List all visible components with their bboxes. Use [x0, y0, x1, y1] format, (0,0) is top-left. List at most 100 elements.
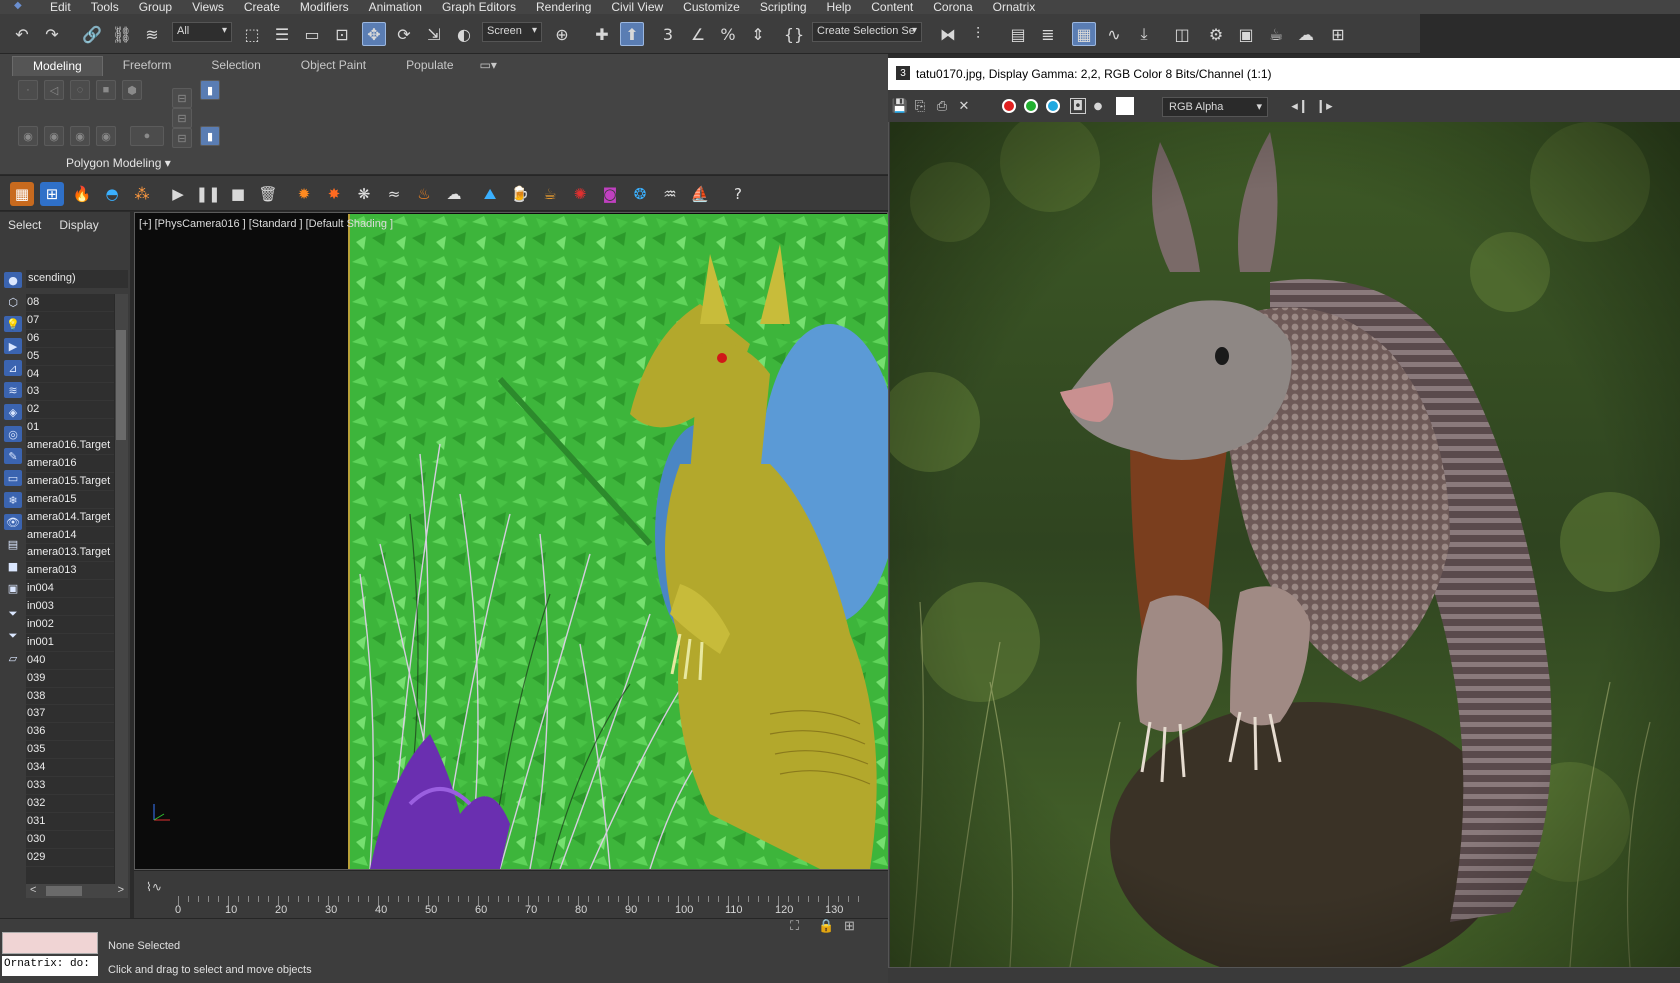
tab-freeform[interactable]: Freeform [103, 56, 192, 76]
smoke-preset-icon[interactable]: ❋ [352, 182, 376, 206]
scene-explorer-icon[interactable]: ▤ [1006, 22, 1030, 46]
ocean-preset-icon[interactable]: ⛰ [478, 182, 502, 206]
scene-list-item[interactable]: 034 [26, 759, 114, 778]
link-icon[interactable]: 🔗 [80, 22, 104, 46]
polygon-icon[interactable]: ■ [96, 80, 116, 100]
next-frame-icon[interactable]: ❙▸ [1314, 98, 1334, 114]
scene-list-item[interactable]: 07 [26, 312, 114, 330]
display-shapes-icon[interactable]: ⬡ [4, 294, 22, 310]
display-all-icon[interactable]: ▤ [4, 536, 22, 552]
scene-list-item[interactable]: 035 [26, 741, 114, 760]
steam-preset-icon[interactable]: ☁ [442, 182, 466, 206]
beer-preset-icon[interactable]: 🍺 [508, 182, 532, 206]
clear-color-swatch[interactable] [1116, 97, 1134, 115]
ribbon-options-icon[interactable]: ▭▾ [474, 56, 503, 76]
menu-group[interactable]: Group [129, 0, 182, 14]
menu-civil-view[interactable]: Civil View [601, 0, 673, 14]
prev-frame-icon[interactable]: ◂❙ [1290, 98, 1310, 114]
stop-icon[interactable]: ■ [226, 182, 250, 206]
hscroll-thumb[interactable] [46, 886, 82, 896]
scene-list-item[interactable]: amera015 [26, 491, 114, 509]
isolate-icon[interactable]: ⛶ [790, 918, 799, 934]
angle-snap-icon[interactable]: ∠ [686, 22, 710, 46]
unlink-icon[interactable]: ⛓ [110, 22, 134, 46]
shrink-icon[interactable]: ◉ [70, 126, 90, 146]
menu-content[interactable]: Content [861, 0, 923, 14]
ring-icon[interactable]: ● [130, 126, 164, 146]
display-spacewarps-icon[interactable]: ≋ [4, 382, 22, 398]
scroll-right-icon[interactable]: > [118, 884, 124, 896]
scene-list-item[interactable]: amera015.Target [26, 473, 114, 491]
clear-image-icon[interactable]: ✕ [956, 98, 972, 114]
percent-snap-icon[interactable]: % [716, 22, 740, 46]
menu-views[interactable]: Views [182, 0, 234, 14]
render-production-icon[interactable]: ☕ [1264, 22, 1288, 46]
tool-palette-icon[interactable]: ⊞ [1326, 22, 1350, 46]
scene-list-item[interactable]: amera013.Target [26, 544, 114, 563]
scene-list-item[interactable]: 03 [26, 383, 114, 402]
menu-rendering[interactable]: Rendering [526, 0, 601, 14]
menu-tools[interactable]: Tools [81, 0, 129, 14]
viewport-render-scene[interactable] [348, 214, 888, 869]
candle-preset-icon[interactable]: ♨ [412, 182, 436, 206]
bottle-preset-icon[interactable]: ◙ [598, 182, 622, 206]
scene-list-item[interactable]: 029 [26, 849, 114, 867]
particles-icon[interactable]: ⁂ [130, 182, 154, 206]
print-image-icon[interactable]: ⎙ [934, 98, 950, 114]
tab-display[interactable]: Display [59, 218, 98, 232]
curve-editor-icon[interactable]: ∿ [1102, 22, 1126, 46]
lock-selection-icon[interactable]: 🔒 [818, 918, 834, 934]
align-icon[interactable]: ⫶ [966, 22, 990, 46]
monochrome-icon[interactable]: ● [1090, 98, 1106, 114]
ignore-backfacing-icon[interactable]: ▮ [200, 80, 220, 100]
scene-list-item[interactable]: in002 [26, 616, 114, 634]
display-geometry-icon[interactable]: ● [4, 272, 22, 288]
bind-spacewarp-icon[interactable]: ≋ [140, 22, 164, 46]
named-selection-set-dropdown[interactable]: Create Selection Se [812, 22, 922, 42]
display-lights-icon[interactable]: 💡 [4, 316, 22, 332]
wave-preset-icon[interactable]: ♒ [658, 182, 682, 206]
filter-icon[interactable]: ⏷ [4, 606, 22, 622]
edit-icon[interactable]: ⊟ [172, 88, 192, 108]
display-xrefs-icon[interactable]: ◎ [4, 426, 22, 442]
layer-explorer-icon[interactable]: ≣ [1036, 22, 1060, 46]
mirror-icon[interactable]: ⧓ [936, 22, 960, 46]
blue-channel-icon[interactable] [1046, 99, 1060, 113]
menu-edit[interactable]: Edit [40, 0, 81, 14]
red-channel-icon[interactable] [1002, 99, 1016, 113]
fire-source-icon[interactable]: 🔥 [70, 182, 94, 206]
selection-filter-dropdown[interactable]: All [172, 22, 232, 42]
select-object-icon[interactable]: ⬚ [240, 22, 264, 46]
pause-icon[interactable]: ❚❚ [195, 182, 220, 206]
scene-list-item[interactable]: 037 [26, 705, 114, 724]
grid-helper-icon[interactable]: ⊞ [40, 182, 64, 206]
explosion-preset-icon[interactable]: ✸ [322, 182, 346, 206]
scene-list-item[interactable]: 04 [26, 366, 114, 384]
display-bones-icon[interactable]: ✎ [4, 448, 22, 464]
element-icon[interactable]: ⬢ [122, 80, 142, 100]
scene-list-item[interactable]: 038 [26, 688, 114, 706]
scene-list-item[interactable]: 031 [26, 813, 114, 831]
scene-list-item[interactable]: amera014 [26, 527, 114, 545]
menu-corona[interactable]: Corona [923, 0, 982, 14]
scene-list-hscrollbar[interactable]: < > [26, 884, 128, 898]
absolute-mode-icon[interactable]: ⊞ [844, 918, 855, 934]
boat-preset-icon[interactable]: ⛵ [688, 182, 712, 206]
vertex-icon[interactable]: · [18, 80, 38, 100]
rect-selection-icon[interactable]: ▭ [300, 22, 324, 46]
menu-customize[interactable]: Customize [673, 0, 750, 14]
ornatrix-script-field[interactable]: Ornatrix: do: [2, 956, 98, 976]
splash-preset-icon[interactable]: ✺ [568, 182, 592, 206]
viewport-label[interactable]: [+] [PhysCamera016 ] [Standard ] [Defaul… [139, 218, 393, 230]
maxscript-listener-box[interactable] [2, 932, 98, 954]
preserve-uv-icon[interactable]: ▮ [200, 126, 220, 146]
phoenix-sim-icon[interactable]: ▦ [10, 182, 34, 206]
menu-graph-editors[interactable]: Graph Editors [432, 0, 526, 14]
select-by-name-icon[interactable]: ☰ [270, 22, 294, 46]
tab-object-paint[interactable]: Object Paint [281, 56, 386, 76]
delete-cache-icon[interactable]: 🗑 [256, 182, 280, 206]
schematic-view-icon[interactable]: ⤓ [1132, 22, 1156, 46]
scene-list-item[interactable]: 05 [26, 348, 114, 366]
display-containers-icon[interactable]: ▭ [4, 470, 22, 486]
drop-preset-icon[interactable]: ❂ [628, 182, 652, 206]
